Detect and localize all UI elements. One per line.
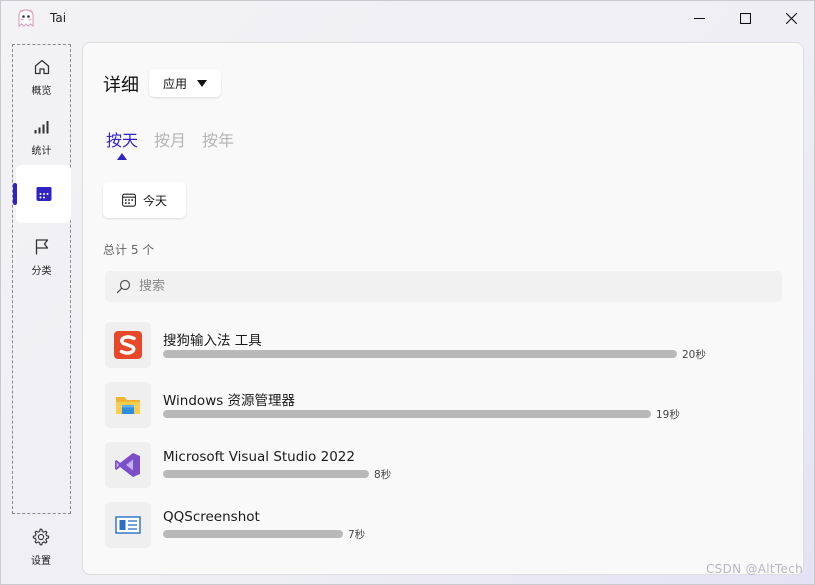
search-input[interactable]: [137, 278, 741, 295]
window-title: Tai: [50, 11, 67, 25]
list-item[interactable]: Windows 资源管理器 19秒: [105, 382, 785, 428]
tab-by-month[interactable]: 按月: [154, 127, 186, 151]
close-button[interactable]: [768, 1, 814, 35]
app-name: 搜狗输入法 工具: [163, 333, 262, 349]
sidebar-item-overview[interactable]: 概览: [13, 47, 70, 105]
screenshot-icon: [115, 516, 141, 534]
sidebar-item-details[interactable]: [13, 165, 71, 223]
usage-time: 7秒: [348, 528, 366, 541]
active-indicator: [13, 183, 17, 205]
title-bar[interactable]: Tai: [1, 1, 814, 35]
tab-by-year[interactable]: 按年: [202, 127, 234, 151]
usage-bar-row: 8秒: [163, 469, 763, 481]
page-title: 详细: [103, 75, 139, 96]
usage-bar: [163, 530, 343, 538]
sogou-icon: [114, 331, 142, 359]
calendar-icon: [36, 187, 51, 201]
minimize-icon: [693, 17, 705, 19]
sidebar-item-statistics[interactable]: 统计: [13, 107, 70, 165]
usage-bar: [163, 470, 369, 478]
list-item[interactable]: QQScreenshot 7秒: [105, 502, 785, 548]
tab-by-day[interactable]: 按天: [106, 127, 138, 151]
list-item[interactable]: 搜狗输入法 工具 20秒: [105, 322, 785, 368]
total-count: 总计 5 个: [103, 243, 155, 257]
usage-time: 8秒: [374, 468, 392, 481]
sidebar-item-settings[interactable]: 设置: [18, 528, 64, 567]
usage-time: 19秒: [656, 408, 680, 421]
app-window: Tai 概览 统计 分类 设置 详细 应用 按天 按月 按年 今天 总计 5 个…: [0, 0, 815, 585]
caret-down-icon: [197, 79, 208, 87]
maximize-button[interactable]: [722, 1, 768, 35]
search-icon: [116, 279, 131, 294]
sidebar-item-label: 分类: [31, 266, 52, 277]
search-box[interactable]: [105, 271, 782, 302]
folder-icon: [116, 397, 140, 414]
gear-icon: [32, 528, 50, 546]
list-item[interactable]: Microsoft Visual Studio 2022 8秒: [105, 442, 785, 488]
app-name: QQScreenshot: [163, 509, 260, 525]
sidebar-item-label: 概览: [31, 86, 52, 97]
today-label: 今天: [143, 193, 168, 208]
calendar-icon: [122, 193, 136, 207]
usage-bar-row: 7秒: [163, 529, 763, 541]
sidebar-nav: 概览 统计 分类: [12, 44, 71, 514]
signal-bars-icon: [34, 121, 48, 134]
today-button[interactable]: 今天: [103, 182, 186, 218]
usage-bar: [163, 410, 651, 418]
type-dropdown[interactable]: 应用: [149, 69, 221, 97]
usage-bar: [163, 350, 677, 358]
usage-bar-row: 19秒: [163, 409, 763, 421]
sidebar-item-category[interactable]: 分类: [13, 227, 70, 285]
details-panel: 详细 应用 按天 按月 按年 今天 总计 5 个 搜索 搜狗输入法 工具 20秒…: [82, 42, 804, 575]
sidebar-item-label: 设置: [31, 556, 51, 567]
close-icon: [785, 12, 797, 24]
watermark: CSDN @AltTech: [705, 562, 803, 576]
home-icon: [34, 59, 49, 75]
usage-time: 20秒: [682, 348, 706, 361]
dropdown-value: 应用: [163, 76, 188, 91]
tab-indicator-icon: [117, 153, 127, 160]
visual-studio-icon: [115, 453, 140, 477]
ghost-logo-icon: [18, 9, 34, 28]
maximize-icon: [739, 12, 751, 24]
flag-icon: [35, 239, 48, 255]
app-icon-tile: [105, 322, 151, 368]
app-icon-tile: [105, 502, 151, 548]
usage-bar-row: 20秒: [163, 349, 763, 361]
minimize-button[interactable]: [676, 1, 722, 35]
sidebar-item-label: 统计: [31, 146, 52, 157]
app-icon-tile: [105, 442, 151, 488]
app-name: Windows 资源管理器: [163, 393, 296, 409]
app-icon-tile: [105, 382, 151, 428]
app-name: Microsoft Visual Studio 2022: [163, 449, 355, 465]
app-list: 搜狗输入法 工具 20秒 Windows 资源管理器 19秒 Microsoft…: [105, 322, 785, 562]
